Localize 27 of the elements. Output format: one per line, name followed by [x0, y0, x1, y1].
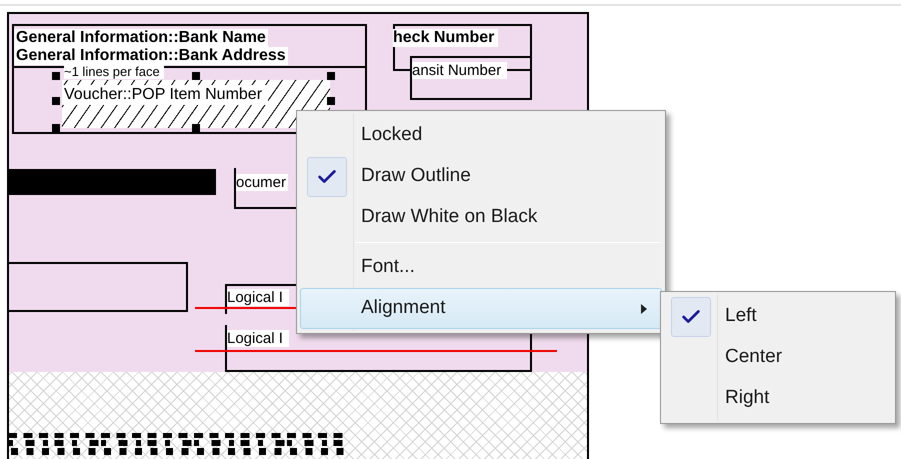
- lines-per-face-label: ~1 lines per face: [64, 64, 164, 79]
- menu-item[interactable]: Left: [664, 296, 892, 337]
- bank-address-field: General Information::Bank Address: [14, 47, 288, 65]
- selection-handle[interactable]: [192, 124, 200, 132]
- selection-handle[interactable]: [52, 124, 60, 132]
- menu-item[interactable]: Center: [664, 337, 892, 378]
- selection-handle[interactable]: [327, 97, 335, 105]
- check-icon: [671, 296, 711, 336]
- selection-handle[interactable]: [192, 72, 200, 80]
- transit-number-field: ansit Number: [412, 62, 508, 79]
- menu-item[interactable]: Alignment: [300, 288, 662, 329]
- logical-field: Logical I: [227, 289, 289, 306]
- menu-item[interactable]: Locked: [300, 115, 662, 156]
- pop-item-number-field: Voucher::POP Item Number: [62, 85, 268, 105]
- check-icon: [307, 156, 347, 196]
- menu-item[interactable]: Font...: [300, 247, 662, 288]
- check-number-field: heck Number: [393, 29, 498, 47]
- selection-handle[interactable]: [52, 72, 60, 80]
- selection-handle[interactable]: [327, 72, 335, 80]
- document-field: ocumer: [236, 174, 288, 191]
- menu-item[interactable]: Draw Outline: [300, 156, 662, 197]
- menu-item[interactable]: Draw White on Black: [300, 197, 662, 238]
- logical-field: Logical I: [227, 330, 289, 347]
- menu-item[interactable]: Right: [664, 378, 892, 419]
- submenu-arrow-icon: [641, 304, 647, 314]
- selection-handle[interactable]: [52, 97, 60, 105]
- bank-name-field: General Information::Bank Name: [14, 29, 268, 47]
